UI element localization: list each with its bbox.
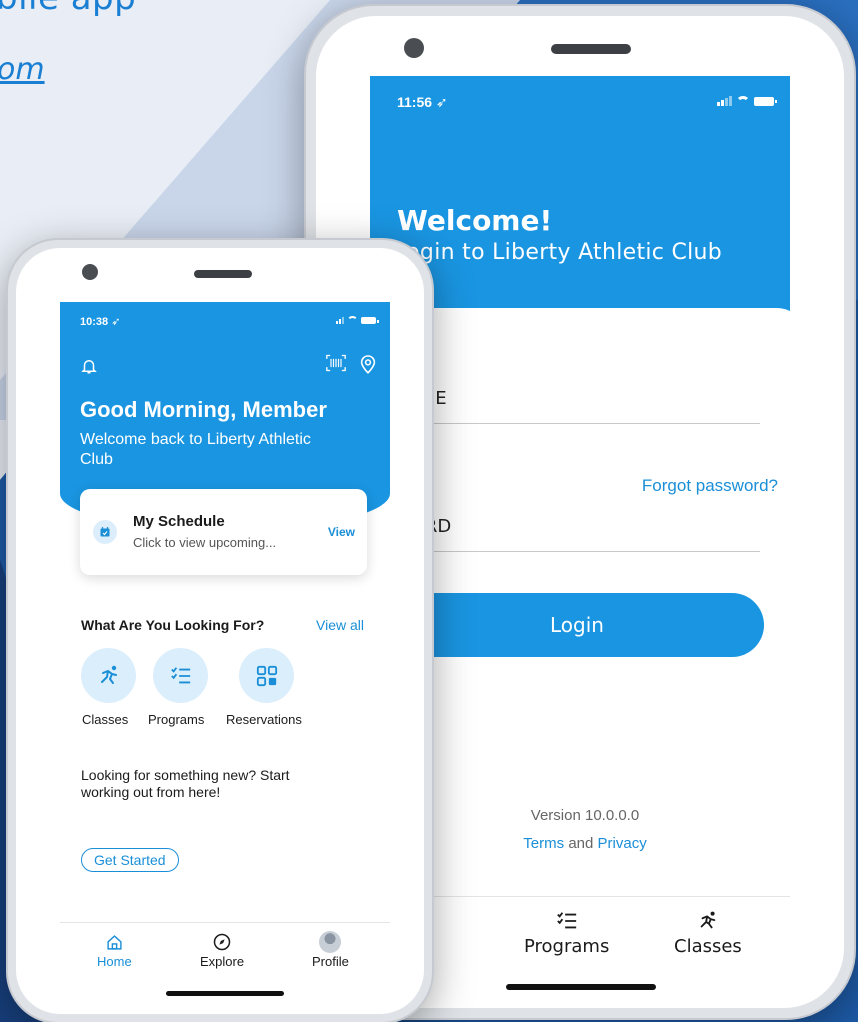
tab-classes-label: Classes xyxy=(674,936,742,957)
view-all-link[interactable]: View all xyxy=(316,617,364,633)
calendar-icon xyxy=(93,520,117,544)
category-programs-button[interactable] xyxy=(153,648,208,703)
tab-classes[interactable]: Classes xyxy=(674,906,742,957)
wifi-icon xyxy=(347,316,358,324)
category-classes-button[interactable] xyxy=(81,648,136,703)
schedule-title: My Schedule xyxy=(133,513,225,530)
login-button[interactable]: Login xyxy=(390,593,764,657)
tab-programs[interactable]: Programs xyxy=(524,906,609,957)
tabbar-divider xyxy=(60,922,390,923)
heading-fragment: bile app xyxy=(0,0,136,18)
speaker xyxy=(194,270,252,278)
signal-icon xyxy=(336,316,344,324)
status-time: 10:38 ➶ xyxy=(80,316,121,328)
welcome-subtitle: Login to Liberty Athletic Club xyxy=(394,240,723,265)
tab-programs-label: Programs xyxy=(524,936,610,957)
status-time: 11:56 ➶ xyxy=(397,94,448,110)
promo-text: Looking for something new? Start working… xyxy=(81,767,290,800)
barcode-icon[interactable] xyxy=(326,354,346,374)
link-fragment[interactable]: om xyxy=(0,52,45,87)
wifi-icon xyxy=(736,96,750,106)
section-title: What Are You Looking For? xyxy=(81,617,265,633)
schedule-subtitle: Click to view upcoming... xyxy=(133,535,277,550)
tab-home-label: Home xyxy=(97,954,132,969)
home-screen: 10:38 ➶ Good Morning, Member Welcome bac… xyxy=(60,302,390,1007)
phone-small-bezel: 10:38 ➶ Good Morning, Member Welcome bac… xyxy=(16,248,424,1014)
home-icon xyxy=(106,930,123,954)
status-icons xyxy=(336,316,379,324)
category-programs-label: Programs xyxy=(148,712,205,727)
welcome-title: Welcome! xyxy=(397,204,553,237)
signal-icon xyxy=(717,96,732,106)
camera xyxy=(82,264,98,280)
my-schedule-card[interactable]: My Schedule Click to view upcoming... Vi… xyxy=(80,489,367,575)
home-indicator[interactable] xyxy=(166,991,284,996)
grid-icon xyxy=(256,665,278,687)
get-started-button[interactable]: Get Started xyxy=(81,848,179,872)
tab-profile[interactable]: Profile xyxy=(312,930,349,969)
home-indicator[interactable] xyxy=(506,984,656,990)
checklist-icon xyxy=(556,906,578,936)
tab-home[interactable]: Home xyxy=(97,930,132,969)
greeting-subtitle: Welcome back to Liberty Athletic Club xyxy=(80,431,311,468)
header-actions xyxy=(326,354,376,374)
status-icons xyxy=(717,96,777,106)
tab-explore-label: Explore xyxy=(200,954,245,969)
greeting-title: Good Morning, Member xyxy=(80,397,327,422)
compass-icon xyxy=(213,930,231,954)
phone-small: 10:38 ➶ Good Morning, Member Welcome bac… xyxy=(6,238,434,1022)
tab-profile-icon-wrap xyxy=(319,930,342,954)
category-classes-label: Classes xyxy=(82,712,129,727)
notification-bell-icon[interactable] xyxy=(80,356,98,376)
category-reservations-button[interactable] xyxy=(239,648,294,703)
avatar xyxy=(319,931,342,953)
terms-link[interactable]: Terms xyxy=(523,835,564,852)
schedule-view-link[interactable]: View xyxy=(328,525,355,539)
battery-icon xyxy=(361,316,379,324)
terms-and: and xyxy=(568,835,594,852)
location-pin-icon[interactable] xyxy=(360,354,376,374)
tab-profile-label: Profile xyxy=(312,954,349,969)
runner-icon xyxy=(97,664,121,688)
runner-icon xyxy=(697,906,719,936)
camera xyxy=(404,38,424,58)
battery-icon xyxy=(754,96,777,106)
speaker xyxy=(551,44,631,54)
forgot-password-link[interactable]: Forgot password? xyxy=(642,476,778,496)
checklist-icon xyxy=(170,665,192,687)
tab-explore[interactable]: Explore xyxy=(200,930,244,969)
category-reservations-label: Reservations xyxy=(226,712,302,727)
privacy-link[interactable]: Privacy xyxy=(598,835,647,852)
